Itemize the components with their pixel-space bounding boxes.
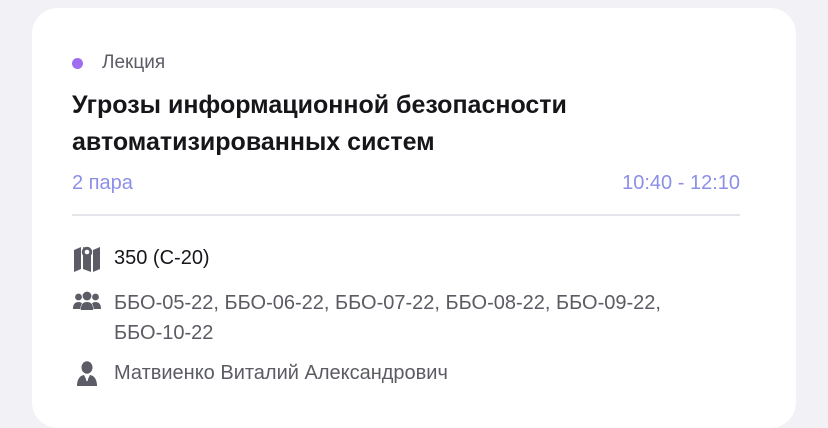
teacher-name: Матвиенко Виталий Александрович xyxy=(114,362,448,384)
groups-row: ББО-05-22, ББО-06-22, ББО-07-22, ББО-08-… xyxy=(72,288,714,348)
person-icon xyxy=(72,358,102,388)
lesson-title: Угрозы информационной безопасности автом… xyxy=(72,91,567,156)
room-row: 350 (С-20) xyxy=(72,243,210,273)
room-text: 350 (С-20) xyxy=(114,247,210,269)
lesson-card: Лекция Угрозы информационной безопасност… xyxy=(32,8,796,428)
lesson-pair-number: 2 пара xyxy=(72,172,133,194)
lesson-type-label: Лекция xyxy=(102,52,166,73)
group-icon xyxy=(72,288,102,318)
lesson-type-dot xyxy=(72,57,83,69)
lesson-type: Лекция xyxy=(72,52,165,74)
teacher-row: Матвиенко Виталий Александрович xyxy=(72,358,448,388)
lesson-time: 10:40 - 12:10 xyxy=(622,172,740,194)
map-icon xyxy=(72,243,102,273)
groups-text: ББО-05-22, ББО-06-22, ББО-07-22, ББО-08-… xyxy=(114,292,661,344)
divider xyxy=(72,214,740,216)
lesson-time-row: 2 пара 10:40 - 12:10 xyxy=(72,172,740,195)
